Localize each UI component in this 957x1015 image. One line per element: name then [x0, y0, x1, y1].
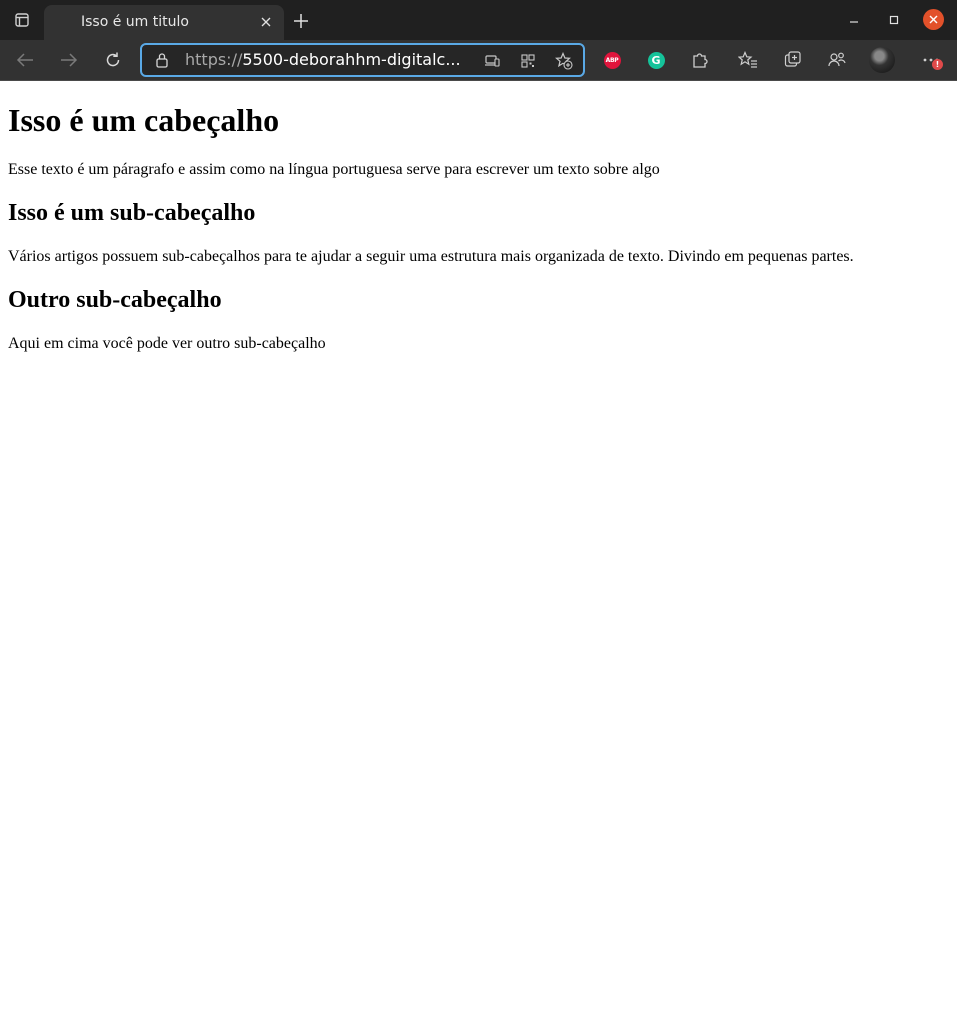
lock-icon [156, 53, 168, 68]
address-bar[interactable]: https://5500-deborahhm-digitalc... [140, 43, 585, 77]
qr-code-icon [521, 54, 535, 68]
close-icon [929, 15, 938, 24]
refresh-button[interactable] [99, 46, 127, 74]
extensions-button[interactable] [690, 50, 710, 70]
profile-avatar[interactable] [869, 47, 895, 73]
page-content: Isso é um cabeçalho Esse texto é um pára… [0, 102, 957, 353]
tab-title: Isso é um titulo [81, 14, 189, 30]
plus-icon [294, 14, 308, 28]
paragraph-2: Vários artigos possuem sub-cabeçalhos pa… [8, 248, 854, 265]
new-tab-button[interactable] [289, 9, 313, 33]
favorites-button[interactable] [738, 50, 758, 70]
close-icon [261, 17, 271, 27]
paragraph-1: Esse texto é um páragrafo e assim como n… [8, 161, 660, 178]
url-scheme: https:// [185, 50, 243, 69]
minimize-button[interactable] [844, 10, 864, 30]
app-available-icon [485, 55, 500, 67]
tab-close-button[interactable] [256, 12, 276, 32]
grammarly-extension[interactable]: G [646, 50, 666, 70]
qr-code-button[interactable] [518, 51, 538, 71]
favorites-icon [738, 51, 757, 68]
paragraph-3: Aqui em cima você pode ver outro sub-cab… [8, 335, 326, 352]
url-host: 5500-deborahhm-digitalc... [242, 50, 461, 69]
puzzle-icon [693, 53, 708, 68]
grammarly-icon: G [647, 51, 665, 69]
star-add-icon [555, 52, 573, 70]
url-text[interactable]: https://5500-deborahhm-digitalc... [185, 50, 461, 69]
app-available-button[interactable] [482, 51, 502, 71]
maximize-button[interactable] [884, 10, 904, 30]
active-tab[interactable]: Isso é um titulo [44, 5, 284, 40]
adblock-plus-extension[interactable]: ABP [602, 50, 622, 70]
collections-button[interactable] [783, 50, 803, 70]
minimize-icon [850, 21, 858, 23]
tab-actions-button[interactable] [2, 0, 42, 40]
tab-actions-icon [15, 13, 29, 27]
back-button[interactable] [11, 46, 39, 74]
title-bar: Isso é um titulo [0, 0, 957, 40]
adblock-plus-icon: ABP [603, 51, 621, 69]
browser-toolbar: https://5500-deborahhm-digitalc... ABP G… [0, 40, 957, 81]
refresh-icon [106, 52, 120, 67]
page-heading: Isso é um cabeçalho [8, 102, 280, 138]
subheading-1: Isso é um sub-cabeçalho [8, 200, 256, 226]
profile-sync-button[interactable] [827, 50, 847, 70]
back-arrow-icon [16, 53, 33, 67]
forward-button[interactable] [55, 46, 83, 74]
people-icon [828, 52, 846, 67]
window-close-button[interactable] [923, 9, 944, 30]
alert-badge: ! [932, 59, 943, 70]
add-favorite-button[interactable] [554, 51, 574, 71]
maximize-icon [889, 15, 899, 25]
subheading-2: Outro sub-cabeçalho [8, 287, 222, 313]
collections-icon [784, 51, 801, 67]
forward-arrow-icon [61, 53, 78, 67]
